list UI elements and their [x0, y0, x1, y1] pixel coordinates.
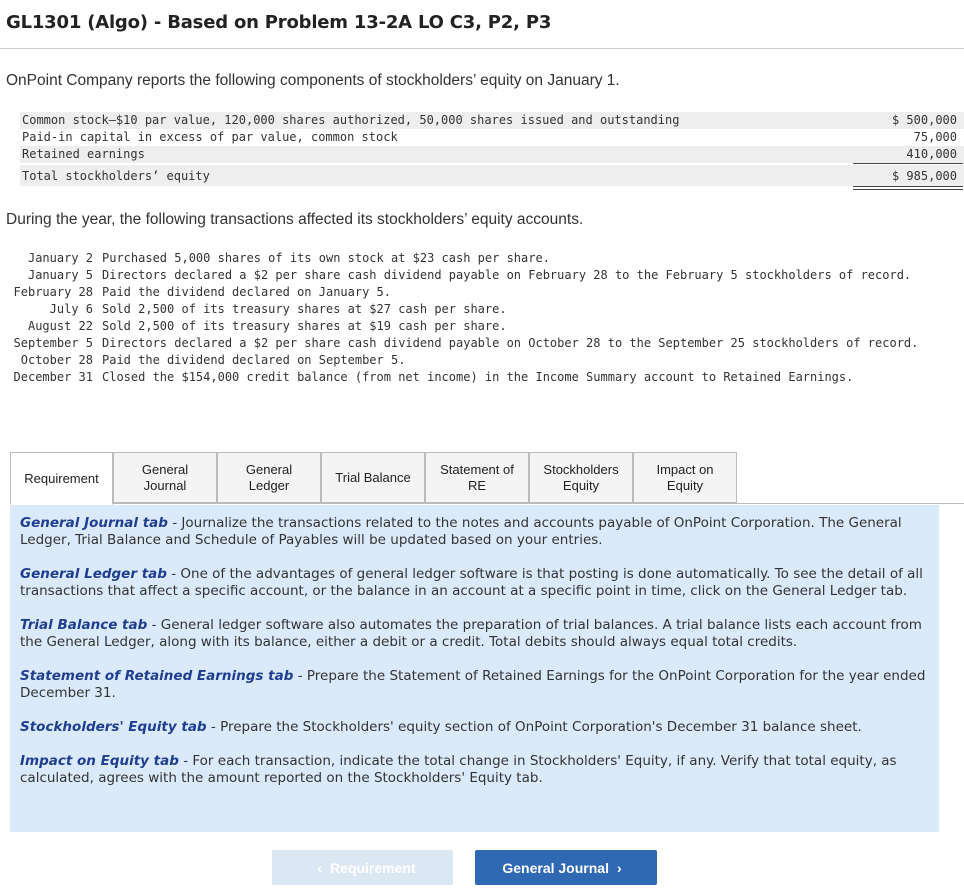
panel-tab-name: Statement of Retained Earnings tab [20, 668, 294, 684]
transaction-date: January 5 [27, 268, 93, 282]
next-button[interactable]: General Journal › [475, 850, 657, 885]
transaction-row: January 2 Purchased 5,000 shares of its o… [0, 250, 964, 267]
transaction-row: September 5 Directors declared a $2 per s… [0, 335, 964, 352]
tab-label: Journal [143, 477, 187, 493]
intro-text: OnPoint Company reports the following co… [6, 72, 620, 89]
transaction-row: December 31 Closed the $154,000 credit ba… [0, 369, 964, 386]
total-double-rule-2 [853, 189, 963, 190]
tab-label: Statement of [440, 461, 514, 477]
panel-text: - General ledger software also automates… [20, 617, 922, 650]
equity-row-amount: $ 500,000 [891, 113, 957, 127]
tab-label: RE [467, 477, 487, 493]
tab-statement-of-re[interactable]: Statement of RE [425, 452, 529, 503]
transaction-row: July 6 Sold 2,500 of its treasury shares … [0, 301, 964, 318]
equity-row-label: Retained earnings [22, 147, 145, 161]
transaction-date: August 22 [27, 319, 93, 333]
panel-paragraph: Statement of Retained Earnings tab - Pre… [20, 668, 929, 702]
transaction-row: August 22 Sold 2,500 of its treasury shar… [0, 318, 964, 335]
transaction-desc: Sold 2,500 of its treasury shares at $19… [102, 319, 507, 333]
equity-table: Common stock—$10 par value, 120,000 shar… [20, 112, 964, 186]
transaction-desc: Purchased 5,000 shares of its own stock … [102, 251, 550, 265]
panel-paragraph: Stockholders' Equity tab - Prepare the S… [20, 719, 929, 736]
tab-label: Ledger [248, 477, 290, 493]
tab-impact-on-equity[interactable]: Impact on Equity [633, 452, 737, 503]
tab-label: Requirement [24, 470, 99, 486]
transaction-row: January 5 Directors declared a $2 per sha… [0, 267, 964, 284]
transaction-row: February 28 Paid the dividend declared on… [0, 284, 964, 301]
title-divider [0, 48, 964, 49]
panel-tab-name: General Ledger tab [20, 566, 167, 582]
previous-button-label: Requirement [330, 859, 416, 876]
equity-total-row: Total stockholders’ equity $ 985,000 [20, 165, 964, 186]
chevron-left-icon: ‹ [317, 859, 323, 876]
tab-general-journal[interactable]: General Journal [113, 452, 217, 503]
transaction-date: January 2 [27, 251, 93, 265]
transaction-date: September 5 [13, 336, 93, 350]
tab-label: Trial Balance [335, 469, 411, 485]
equity-total-label: Total stockholders’ equity [22, 169, 210, 183]
panel-text: - Prepare the Stockholders' equity secti… [206, 719, 862, 735]
panel-paragraph: General Journal tab - Journalize the tra… [20, 515, 929, 549]
requirement-panel: General Journal tab - Journalize the tra… [10, 505, 939, 832]
chevron-right-icon: › [616, 859, 622, 876]
transaction-desc: Closed the $154,000 credit balance (from… [102, 370, 854, 384]
transaction-date: December 31 [13, 370, 93, 384]
tab-label: Stockholders [543, 461, 619, 477]
transaction-desc: Paid the dividend declared on September … [102, 353, 406, 367]
tab-requirement[interactable]: Requirement [10, 452, 113, 505]
tab-trial-balance[interactable]: Trial Balance [321, 452, 425, 503]
transaction-date: July 6 [49, 302, 93, 316]
equity-row: Retained earnings 410,000 [20, 146, 964, 163]
tab-label: Equity [562, 477, 600, 493]
equity-row: Common stock—$10 par value, 120,000 shar… [20, 112, 964, 129]
equity-row-label: Paid-in capital in excess of par value, … [22, 130, 398, 144]
transaction-date: February 28 [13, 285, 93, 299]
panel-tab-name: Stockholders' Equity tab [20, 719, 207, 735]
transactions-list: January 2 Purchased 5,000 shares of its o… [0, 250, 964, 386]
previous-button[interactable]: ‹ Requirement [272, 850, 453, 885]
tab-stockholders-equity[interactable]: Stockholders Equity [529, 452, 633, 503]
panel-tab-name: Impact on Equity tab [20, 753, 179, 769]
transaction-row: October 28 Paid the dividend declared on … [0, 352, 964, 369]
panel-paragraph: Trial Balance tab - General ledger softw… [20, 617, 929, 651]
transaction-desc: Directors declared a $2 per share cash d… [102, 336, 919, 350]
next-button-label: General Journal [502, 859, 609, 876]
tab-label: General [245, 461, 293, 477]
panel-tab-name: General Journal tab [20, 515, 168, 531]
transactions-intro: During the year, the following transacti… [6, 211, 584, 228]
panel-paragraph: Impact on Equity tab - For each transact… [20, 753, 929, 787]
panel-tab-name: Trial Balance tab [20, 617, 148, 633]
tab-bar-baseline [113, 503, 964, 504]
equity-row-amount: 410,000 [906, 147, 957, 161]
tab-label: Impact on [656, 461, 714, 477]
subtotal-rule [853, 163, 963, 164]
total-double-rule-1 [853, 186, 963, 187]
equity-row: Paid-in capital in excess of par value, … [20, 129, 964, 146]
tab-label: Equity [666, 477, 704, 493]
equity-row-label: Common stock—$10 par value, 120,000 shar… [22, 113, 680, 127]
tab-label: General [141, 461, 189, 477]
tab-general-ledger[interactable]: General Ledger [217, 452, 321, 503]
panel-paragraph: General Ledger tab - One of the advantag… [20, 566, 929, 600]
transaction-desc: Paid the dividend declared on January 5. [102, 285, 391, 299]
equity-row-amount: 75,000 [913, 130, 957, 144]
transaction-desc: Directors declared a $2 per share cash d… [102, 268, 912, 282]
page-title: GL1301 (Algo) - Based on Problem 13-2A L… [6, 12, 552, 33]
transaction-desc: Sold 2,500 of its treasury shares at $27… [102, 302, 507, 316]
transaction-date: October 28 [20, 353, 93, 367]
equity-total-amount: $ 985,000 [891, 169, 957, 183]
